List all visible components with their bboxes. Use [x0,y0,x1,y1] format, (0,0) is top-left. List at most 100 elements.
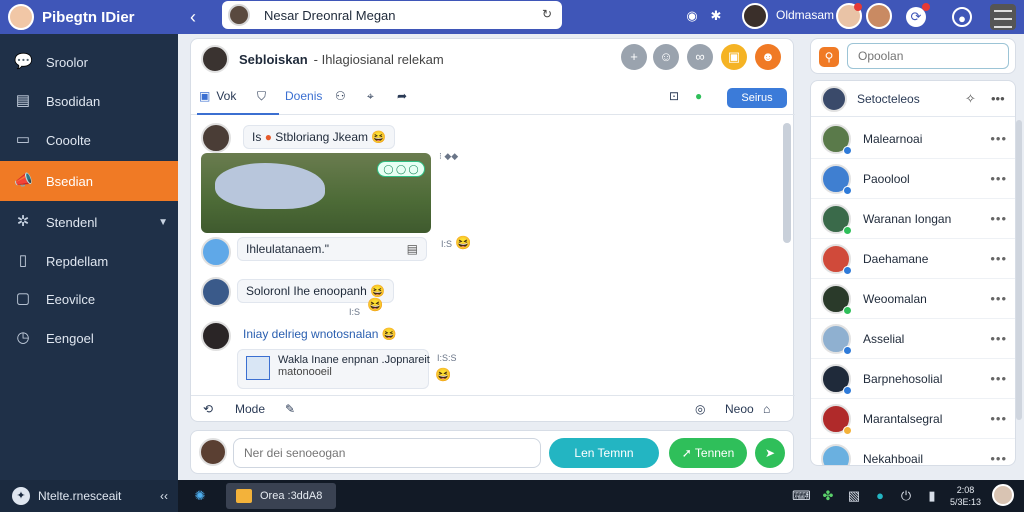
message-bubble: Ihleulatanaem." ▤ [237,237,427,261]
attachment-title: Wakla Inane enpnan .Jopnareit [278,354,430,366]
sidebar-item-2[interactable]: ▤ Bsodidan [0,81,178,121]
sidebar-footer[interactable]: ✦ Ntelte.rnesceait ‹‹ [0,480,178,512]
refresh-icon[interactable]: ↻ [542,7,552,21]
inbox-icon[interactable]: ⌂ [763,402,770,416]
mode-label[interactable]: Mode [235,402,265,416]
sidebar-item-4-active[interactable]: 📣 Bsedian [0,161,178,201]
more-icon[interactable]: ••• [991,91,1005,106]
chat-header: Sebloiskan - Ihlagiosianal relekam + ☺ ∞… [191,39,795,79]
image-chip[interactable]: ◯ ◯ ◯ [377,161,425,177]
emoji-icon[interactable]: ☻ [755,44,781,70]
message-input[interactable] [233,438,541,468]
user-avatar[interactable] [742,3,768,29]
more-icon[interactable]: ••• [990,331,1007,346]
send-arrow-button[interactable]: ➤ [755,438,785,468]
add-icon[interactable]: + [621,44,647,70]
tab-documents[interactable]: Doenis [285,89,322,103]
expand-window-icon[interactable]: ⊡ [669,89,679,103]
contact-row[interactable]: Daehamane ••• [811,239,1015,279]
notification-icon[interactable]: ◉ [682,6,702,26]
contact-row[interactable]: Barpnehosolial ••• [811,359,1015,399]
contact-row[interactable]: Weoomalan ••• [811,279,1015,319]
contact-row[interactable]: Nekahboail ••• [811,439,1015,465]
pin-icon[interactable]: ✧ [965,91,976,107]
people-icon[interactable]: ☺ [653,44,679,70]
group-icon[interactable]: ⚇ [335,89,346,103]
active-chat-pill[interactable]: Nesar Dreonral Megan ↻ [222,1,562,29]
expand-icon[interactable]: ‹‹ [160,489,168,503]
keyboard-icon[interactable]: ⌨ [792,488,811,504]
power-icon[interactable]: ⏻ [898,488,914,504]
more-icon[interactable]: ••• [990,411,1007,426]
contact-avatar-top-2[interactable] [866,3,892,29]
online-status-icon[interactable]: ● [695,89,702,103]
search-input[interactable] [847,43,1009,69]
toolbar-action-button[interactable]: Seirus [727,88,787,108]
message-text: Ihleulatanaem." [246,242,329,256]
sidebar-item-8[interactable]: ◷ Eengoel [0,318,178,358]
message-meta: I:S [349,307,361,317]
link-icon[interactable]: ∞ [687,44,713,70]
more-icon[interactable]: ••• [990,131,1007,146]
menu-icon[interactable] [990,4,1016,30]
contacts-scrollbar[interactable] [1016,120,1022,420]
attachment-icon[interactable]: ▤ [407,242,418,256]
message-avatar[interactable] [201,321,231,351]
contact-row[interactable]: Marantalsegral ••• [811,399,1015,439]
puzzle-icon[interactable]: ✤ [820,488,836,504]
chat-header-avatar[interactable] [201,45,229,73]
sidebar-item-1[interactable]: 💬 Sroolor [0,42,178,82]
message-avatar[interactable] [201,123,231,153]
back-arrow-icon[interactable]: ‹ [190,6,208,28]
folder-icon: ▤ [15,92,31,109]
tray-clock[interactable]: 2:08 5/3E:13 [950,484,981,508]
user-name[interactable]: Oldmasam [776,8,834,22]
secondary-send-button[interactable]: ➚ Tennen [669,438,747,468]
image-icon[interactable]: ▧ [846,488,862,504]
wifi-icon[interactable]: ▮ [924,488,940,504]
message-avatar[interactable] [201,277,231,307]
tray-date: 5/3E:13 [950,497,982,507]
more-icon[interactable]: ••• [990,251,1007,266]
more-icon[interactable]: ••• [990,211,1007,226]
reply-icon[interactable]: ⟲ [203,402,213,416]
search-icon[interactable]: ⚲ [819,47,839,67]
tray-user-avatar[interactable] [992,484,1014,506]
sidebar-item-5[interactable]: ✲ Stendenl ▼ [0,202,178,242]
brand[interactable]: Pibegtn IDier [0,0,180,34]
settings-icon[interactable]: ✱ [706,6,726,26]
sidebar-item-3[interactable]: ▭ Cooolte [0,120,178,160]
message-avatar[interactable] [201,237,231,267]
more-icon[interactable]: ••• [990,291,1007,306]
contact-row[interactable]: Paoolool ••• [811,159,1015,199]
contact-row[interactable]: Waranan Iongan ••• [811,199,1015,239]
contact-row[interactable]: Asselial ••• [811,319,1015,359]
tab-view[interactable]: ▣ Vok [199,89,236,103]
globe-icon[interactable]: ● [872,488,888,504]
chat-scrollbar[interactable] [783,123,791,243]
message-text: Soloronl Ihe enoopanh [246,284,367,298]
shield-icon[interactable]: ⛉ [257,89,266,104]
primary-send-button[interactable]: Len Temnn [549,438,659,468]
taskbar-app[interactable]: Orea :3ddA8 [226,483,336,509]
contact-row[interactable]: Malearnoai ••• [811,119,1015,159]
more-icon[interactable]: ••• [990,451,1007,465]
timer-icon[interactable]: ◎ [695,402,705,416]
more-icon[interactable]: ••• [990,371,1007,386]
edit-icon[interactable]: ✎ [285,402,295,416]
message-image[interactable]: ◯ ◯ ◯ [201,153,431,233]
profile-circle-icon[interactable]: ● [952,7,972,27]
more-icon[interactable]: ••• [990,171,1007,186]
footer-right-label[interactable]: Neoo [725,402,754,416]
emoji-icon: 😆 [435,367,452,382]
sidebar-item-7[interactable]: ▢ Eeovilce [0,279,178,319]
share-icon[interactable]: ➦ [397,89,407,103]
attachment-card[interactable]: Wakla Inane enpnan .Jopnareit matonooeil [237,349,430,389]
emoji-icon: 😆 [455,235,472,250]
sidebar-item-6[interactable]: ▯ Repdellam [0,241,178,281]
contact-name: Paoolool [863,171,910,186]
chevron-down-icon[interactable]: ▼ [158,217,168,228]
start-icon[interactable]: ✺ [192,488,208,504]
video-icon[interactable]: ▣ [721,44,747,70]
pin-icon[interactable]: ⌖ [367,89,374,104]
